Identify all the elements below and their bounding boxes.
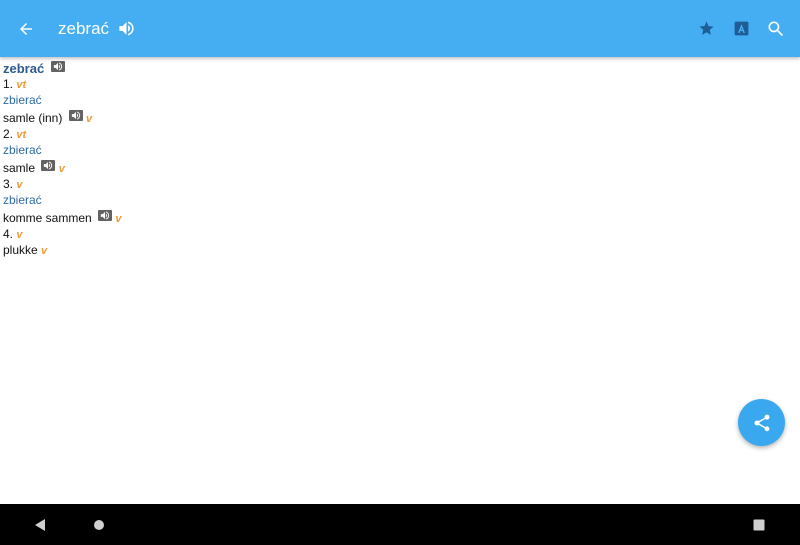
translation-pos: v bbox=[115, 213, 122, 225]
sense-2-related-link[interactable]: zbierać bbox=[3, 143, 783, 158]
star-icon bbox=[698, 21, 714, 35]
page-title: zebrać bbox=[58, 19, 110, 38]
translation-pos: v bbox=[58, 163, 65, 175]
sense-2-translation-row: samle v bbox=[3, 160, 783, 177]
sense-number: 1. bbox=[3, 77, 14, 91]
nav-back-icon bbox=[35, 518, 45, 531]
nav-recents-icon bbox=[753, 519, 765, 530]
app-bar: zebrać bbox=[0, 0, 800, 57]
sense-number: 4. bbox=[3, 227, 14, 241]
nav-home-icon bbox=[94, 519, 104, 530]
sense-4-translation-row: plukke v bbox=[3, 243, 783, 259]
speaker-icon bbox=[118, 21, 134, 36]
sense-translation: samle (inn) bbox=[3, 111, 63, 125]
sense-3-translation-row: komme sammen v bbox=[3, 210, 783, 227]
back-arrow-icon bbox=[20, 22, 32, 35]
share-icon bbox=[754, 414, 770, 431]
translation-pos: v bbox=[86, 113, 93, 125]
sense-1-related-link[interactable]: zbierać bbox=[3, 93, 783, 108]
favorite-button[interactable] bbox=[686, 0, 726, 57]
sense-2-header: 2. vt bbox=[3, 127, 783, 143]
nav-back-button[interactable] bbox=[20, 504, 60, 545]
pronounce-button[interactable] bbox=[106, 0, 146, 57]
translate-icon bbox=[734, 21, 748, 36]
sense-1-header: 1. vt bbox=[3, 77, 783, 93]
sense-3-header: 3. v bbox=[3, 177, 783, 193]
sense-translation: samle bbox=[3, 161, 36, 175]
sense-pos: vt bbox=[16, 79, 27, 91]
entry-headword-row: zebrać bbox=[3, 61, 783, 77]
translation-pos: v bbox=[41, 245, 48, 257]
back-button[interactable] bbox=[6, 0, 46, 57]
nav-recents-button[interactable] bbox=[739, 504, 779, 545]
entry-headword: zebrać bbox=[3, 61, 45, 76]
search-button[interactable] bbox=[756, 0, 796, 57]
sense-4-header: 4. v bbox=[3, 227, 783, 243]
headword-speaker-icon[interactable] bbox=[50, 61, 65, 72]
sense-translation: komme sammen bbox=[3, 211, 92, 225]
sense-pos: v bbox=[16, 229, 23, 241]
translation-speaker-icon[interactable] bbox=[68, 110, 83, 121]
sense-pos: v bbox=[16, 179, 23, 191]
sense-translation: plukke bbox=[3, 243, 38, 257]
sense-number: 3. bbox=[3, 177, 14, 191]
sense-pos: vt bbox=[16, 129, 27, 141]
sense-1-translation-row: samle (inn) v bbox=[3, 110, 783, 127]
translation-speaker-icon[interactable] bbox=[41, 160, 56, 171]
translate-button[interactable] bbox=[721, 0, 761, 57]
search-icon bbox=[768, 21, 784, 36]
system-nav-bar bbox=[0, 504, 800, 545]
sense-number: 2. bbox=[3, 127, 14, 141]
share-button[interactable] bbox=[738, 399, 785, 446]
dictionary-entry: zebrać 1. vt zbierać samle (inn) v 2. vt… bbox=[3, 61, 783, 259]
nav-home-button[interactable] bbox=[79, 504, 119, 545]
translation-speaker-icon[interactable] bbox=[98, 210, 113, 221]
sense-3-related-link[interactable]: zbierać bbox=[3, 193, 783, 208]
